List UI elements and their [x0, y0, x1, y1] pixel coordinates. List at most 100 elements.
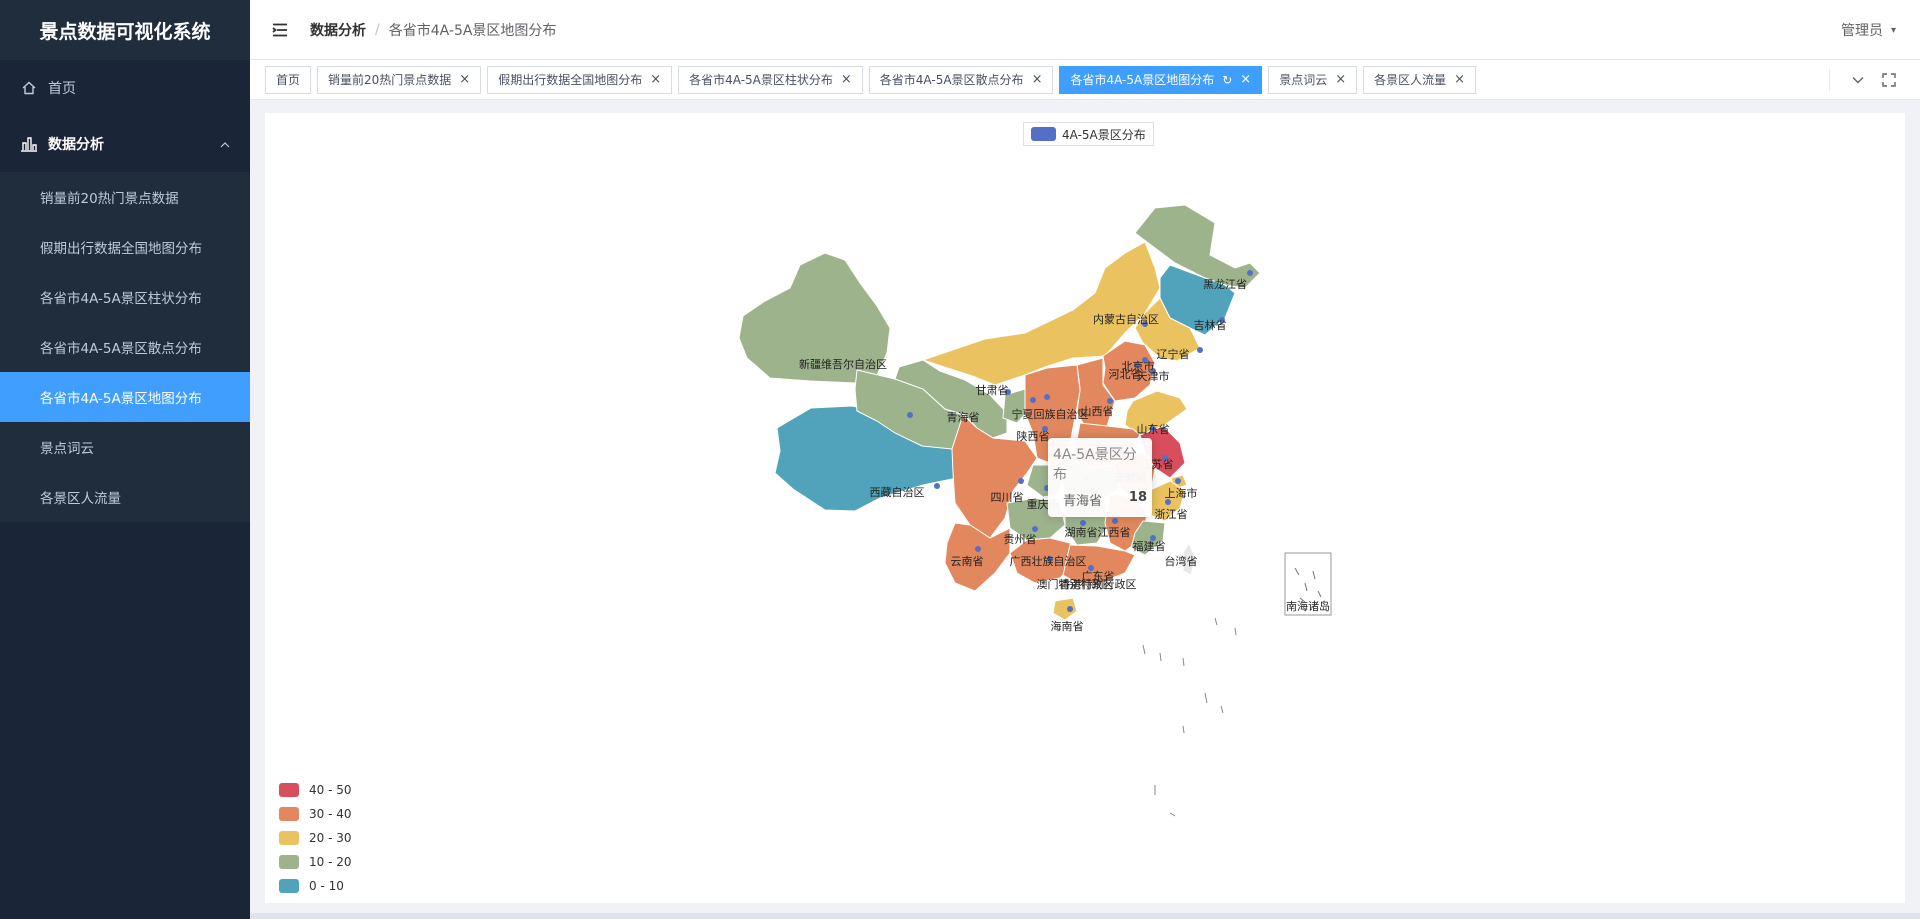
region-marker: [907, 412, 913, 418]
tooltip-region: 青海省: [1063, 494, 1103, 509]
fullscreen-icon[interactable]: [1882, 73, 1896, 87]
region-marker: [1112, 518, 1118, 524]
region-label: 台湾省: [1165, 554, 1198, 568]
sidebar-item-home[interactable]: 首页: [0, 60, 250, 116]
breadcrumb: 数据分析 / 各省市4A-5A景区地图分布: [310, 20, 556, 40]
tag-label: 各省市4A-5A景区地图分布: [1070, 73, 1215, 87]
divider: [1829, 69, 1830, 91]
visual-map-swatch: [279, 831, 299, 845]
visual-map-item[interactable]: 20 - 30: [279, 826, 352, 850]
visual-map-item[interactable]: 10 - 20: [279, 850, 352, 874]
close-icon[interactable]: ×: [1335, 72, 1346, 87]
tag-0[interactable]: 首页: [265, 65, 312, 94]
tag-3[interactable]: 各省市4A-5A景区柱状分布 ×: [678, 65, 863, 94]
region-label: 新疆维吾尔自治区: [799, 357, 887, 371]
visual-map-item[interactable]: 40 - 50: [279, 778, 352, 802]
sidebar-item-label: 各景区人流量: [40, 491, 121, 507]
tag-label: 首页: [276, 73, 301, 87]
region-label: 黑龙江省: [1203, 278, 1247, 291]
close-icon[interactable]: ×: [1240, 72, 1251, 87]
chart-legend[interactable]: 4A-5A景区分布: [1023, 122, 1154, 146]
hamburger-icon[interactable]: [250, 0, 310, 60]
region-label: 福建省: [1133, 539, 1166, 553]
region-label: 吉林省: [1194, 318, 1227, 332]
sidebar-item-label: 各省市4A-5A景区散点分布: [40, 341, 202, 357]
close-icon[interactable]: ×: [841, 72, 852, 87]
user-name: 管理员: [1840, 23, 1883, 39]
region-marker: [975, 546, 981, 552]
tag-label: 各省市4A-5A景区散点分布: [879, 73, 1024, 87]
legend-swatch: [1031, 127, 1056, 141]
sidebar-submenu: 销量前20热门景点数据 假期出行数据全国地图分布 各省市4A-5A景区柱状分布 各省市…: [0, 172, 250, 522]
map-region[interactable]: [1052, 597, 1078, 621]
sidebar-item-5[interactable]: 景点词云: [0, 422, 250, 472]
region-label: 青海省: [947, 410, 980, 424]
region-marker: [1197, 347, 1203, 353]
sidebar-item-1[interactable]: 假期出行数据全国地图分布: [0, 222, 250, 272]
region-marker: [934, 483, 940, 489]
region-label: 贵州省: [1004, 533, 1037, 546]
chevron-down-icon[interactable]: [1852, 76, 1864, 84]
sidebar-item-label: 假期出行数据全国地图分布: [40, 241, 202, 257]
close-icon[interactable]: ×: [459, 72, 470, 87]
tag-2[interactable]: 假期出行数据全国地图分布 ×: [487, 65, 673, 94]
visual-map-swatch: [279, 783, 299, 797]
sidebar-group-data-analysis[interactable]: 数据分析: [0, 116, 250, 172]
sidebar-item-6[interactable]: 各景区人流量: [0, 472, 250, 522]
region-label: 西藏自治区: [870, 485, 925, 499]
visual-map-swatch: [279, 807, 299, 821]
region-label: 浙江省: [1155, 508, 1188, 521]
region-marker: [1018, 478, 1024, 484]
close-icon[interactable]: ×: [1454, 72, 1465, 87]
navbar: 数据分析 / 各省市4A-5A景区地图分布 管理员 ▾: [250, 0, 1920, 60]
refresh-icon[interactable]: ↻: [1222, 73, 1232, 87]
tag-list: 首页 销量前20热门景点数据 × 假期出行数据全国地图分布 × 各省市4A-5A景区柱状分…: [265, 65, 1482, 94]
chevron-up-icon: [220, 136, 230, 152]
region-label: 河北省: [1109, 368, 1142, 381]
visual-map-legend: 40 - 50 30 - 40 20 - 30 10 - 20 0 - 10: [279, 778, 352, 898]
region-label: 山东省: [1137, 423, 1170, 436]
visual-map-label: 40 - 50: [309, 783, 352, 797]
close-icon[interactable]: ×: [1032, 72, 1043, 87]
region-label: 辽宁省: [1157, 347, 1190, 361]
tooltip-title: 4A-5A景区分布: [1053, 447, 1137, 483]
region-label: 海南省: [1051, 619, 1084, 633]
sidebar-item-2[interactable]: 各省市4A-5A景区柱状分布: [0, 272, 250, 322]
sidebar-item-label: 景点词云: [40, 441, 94, 457]
tag-6[interactable]: 景点词云 ×: [1268, 65, 1358, 94]
region-marker: [1044, 394, 1050, 400]
region-label: 湖南省: [1065, 526, 1098, 539]
tag-label: 各景区人流量: [1374, 73, 1447, 87]
visual-map-item[interactable]: 0 - 10: [279, 874, 352, 898]
breadcrumb-separator: /: [375, 21, 380, 38]
sidebar-item-4[interactable]: 各省市4A-5A景区地图分布: [0, 372, 250, 422]
tag-label: 假期出行数据全国地图分布: [498, 73, 643, 87]
tag-5[interactable]: 各省市4A-5A景区地图分布 ↻ ×: [1059, 65, 1263, 94]
south-china-sea-inset: 南海诸岛: [1284, 552, 1332, 616]
home-icon: [20, 79, 38, 97]
sidebar-item-0[interactable]: 销量前20热门景点数据: [0, 172, 250, 222]
region-marker: [1247, 270, 1253, 276]
user-menu[interactable]: 管理员 ▾: [1841, 0, 1896, 60]
region-marker: [1175, 478, 1181, 484]
region-label: 内蒙古自治区: [1093, 312, 1159, 326]
tag-7[interactable]: 各景区人流量 ×: [1363, 65, 1477, 94]
bar-chart-icon: [20, 135, 38, 153]
region-marker: [1032, 526, 1038, 532]
visual-map-swatch: [279, 879, 299, 893]
app-title: 景点数据可视化系统: [0, 0, 250, 60]
tag-label: 销量前20热门景点数据: [328, 73, 452, 87]
region-label: 广西壮族自治区: [1010, 554, 1087, 568]
breadcrumb-current: 各省市4A-5A景区地图分布: [388, 22, 557, 39]
region-label: 上海市: [1165, 486, 1198, 500]
visual-map-label: 10 - 20: [309, 855, 352, 869]
tag-1[interactable]: 销量前20热门景点数据 ×: [317, 65, 482, 94]
horizontal-scrollbar[interactable]: [250, 913, 1920, 919]
tag-4[interactable]: 各省市4A-5A景区散点分布 ×: [868, 65, 1054, 94]
visual-map-item[interactable]: 30 - 40: [279, 802, 352, 826]
region-label: 陕西省: [1017, 429, 1050, 443]
visual-map-label: 30 - 40: [309, 807, 352, 821]
region-label: 江西省: [1098, 526, 1131, 539]
sidebar-item-3[interactable]: 各省市4A-5A景区散点分布: [0, 322, 250, 372]
close-icon[interactable]: ×: [650, 72, 661, 87]
